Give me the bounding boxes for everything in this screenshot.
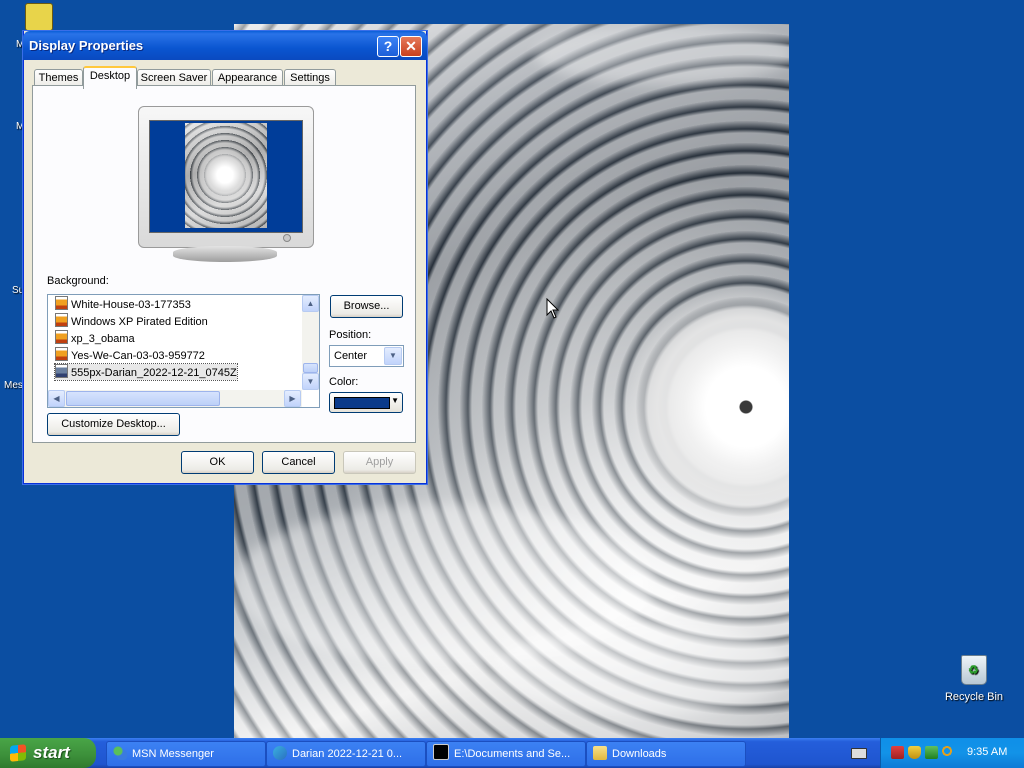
display-properties-dialog: Display Properties ? ✕ Themes Desktop Sc… — [23, 31, 427, 484]
cancel-button[interactable]: Cancel — [262, 451, 335, 474]
background-item-label: 555px-Darian_2022-12-21_0745Z — [71, 367, 237, 379]
browse-button[interactable]: Browse... — [330, 295, 403, 318]
color-label: Color: — [329, 376, 359, 388]
color-picker-button[interactable]: ▼ — [329, 392, 403, 413]
recycle-bin-icon: ♻ — [961, 655, 987, 685]
image-file-icon — [55, 313, 68, 327]
background-item-label: xp_3_obama — [71, 333, 135, 345]
customize-desktop-button[interactable]: Customize Desktop... — [47, 413, 180, 436]
scroll-right-button[interactable]: ▶ — [284, 390, 301, 407]
background-list-item[interactable]: Yes-We-Can-03-03-959772 — [55, 347, 205, 363]
vertical-scroll-thumb[interactable] — [303, 363, 318, 373]
vertical-scrollbar[interactable]: ▲ ▼ — [302, 295, 319, 390]
folder-icon — [593, 746, 607, 760]
help-icon: ? — [383, 38, 393, 54]
preview-screen — [149, 120, 303, 233]
desktop-icon-label-partial: Mes — [4, 380, 23, 391]
taskbar-item-downloads[interactable]: Downloads — [586, 741, 746, 767]
desktop-tab-panel: Background: White-House-03-177353 Window… — [32, 85, 416, 443]
taskbar-item-image-viewer[interactable]: Darian 2022-12-21 0... — [266, 741, 426, 767]
monitor-stand — [173, 246, 277, 262]
background-item-label: White-House-03-177353 — [71, 299, 191, 311]
security-shield-icon[interactable] — [908, 746, 921, 759]
dialog-title: Display Properties — [29, 38, 144, 53]
scroll-down-button[interactable]: ▼ — [302, 373, 319, 390]
background-list-item[interactable]: xp_3_obama — [55, 330, 135, 346]
scroll-left-button[interactable]: ◀ — [48, 390, 65, 407]
background-item-label: Windows XP Pirated Edition — [71, 316, 208, 328]
windows-logo-icon — [10, 744, 26, 762]
chevron-down-icon[interactable]: ▼ — [384, 347, 402, 365]
dialog-titlebar[interactable]: Display Properties ? ✕ — [23, 31, 427, 60]
background-item-label: Yes-We-Can-03-03-959772 — [71, 350, 205, 362]
command-prompt-icon — [433, 744, 449, 760]
image-file-icon — [55, 364, 68, 378]
background-list-item[interactable]: Windows XP Pirated Edition — [55, 313, 208, 329]
taskbar: start MSN Messenger Darian 2022-12-21 0.… — [0, 738, 1024, 768]
taskbar-item-label: E:\Documents and Se... — [454, 748, 571, 760]
help-button[interactable]: ? — [377, 36, 399, 57]
scroll-up-button[interactable]: ▲ — [302, 295, 319, 312]
mouse-cursor-icon — [546, 298, 560, 319]
apply-button[interactable]: Apply — [343, 451, 416, 474]
position-label: Position: — [329, 329, 372, 341]
taskbar-item-label: MSN Messenger — [132, 748, 214, 760]
image-file-icon — [55, 330, 68, 344]
taskbar-item-label: Downloads — [612, 748, 667, 760]
color-swatch — [334, 397, 390, 409]
keyboard-icon[interactable] — [851, 748, 867, 759]
monitor-power-led-icon — [283, 234, 291, 242]
taskbar-item-label: Darian 2022-12-21 0... — [292, 748, 403, 760]
search-icon[interactable] — [942, 746, 955, 759]
image-file-icon — [55, 347, 68, 361]
msn-messenger-icon — [113, 746, 127, 760]
background-label: Background: — [47, 275, 109, 287]
close-icon: ✕ — [405, 38, 417, 54]
image-file-icon — [55, 296, 68, 310]
background-list-item-selected[interactable]: 555px-Darian_2022-12-21_0745Z — [54, 363, 238, 381]
start-label: start — [33, 743, 70, 762]
network-warning-icon[interactable] — [891, 746, 904, 759]
desktop-icon-top[interactable] — [25, 3, 53, 31]
image-viewer-icon — [273, 746, 287, 760]
horizontal-scroll-thumb[interactable] — [66, 391, 220, 406]
horizontal-scrollbar[interactable]: ◀ ▶ — [48, 390, 302, 407]
chevron-down-icon: ▼ — [391, 396, 399, 405]
background-listbox[interactable]: White-House-03-177353 Windows XP Pirated… — [47, 294, 320, 408]
wallpaper-preview-thumbnail — [185, 123, 267, 228]
tab-desktop[interactable]: Desktop — [83, 66, 137, 89]
recycle-bin-label: Recycle Bin — [944, 691, 1004, 703]
monitor-preview — [138, 106, 314, 248]
background-list-item[interactable]: White-House-03-177353 — [55, 296, 191, 312]
ok-button[interactable]: OK — [181, 451, 254, 474]
start-button[interactable]: start — [0, 738, 96, 768]
position-dropdown[interactable]: Center ▼ — [329, 345, 404, 367]
clock: 9:35 AM — [967, 746, 1008, 758]
taskbar-item-command-prompt[interactable]: E:\Documents and Se... — [426, 741, 586, 767]
taskbar-item-msn-messenger[interactable]: MSN Messenger — [106, 741, 266, 767]
close-button[interactable]: ✕ — [400, 36, 422, 57]
safely-remove-hardware-icon[interactable] — [925, 746, 938, 759]
recycle-bin-desktop-icon[interactable]: ♻ Recycle Bin — [940, 655, 1008, 703]
position-value: Center — [334, 350, 368, 362]
system-tray: 9:35 AM — [880, 738, 1024, 768]
